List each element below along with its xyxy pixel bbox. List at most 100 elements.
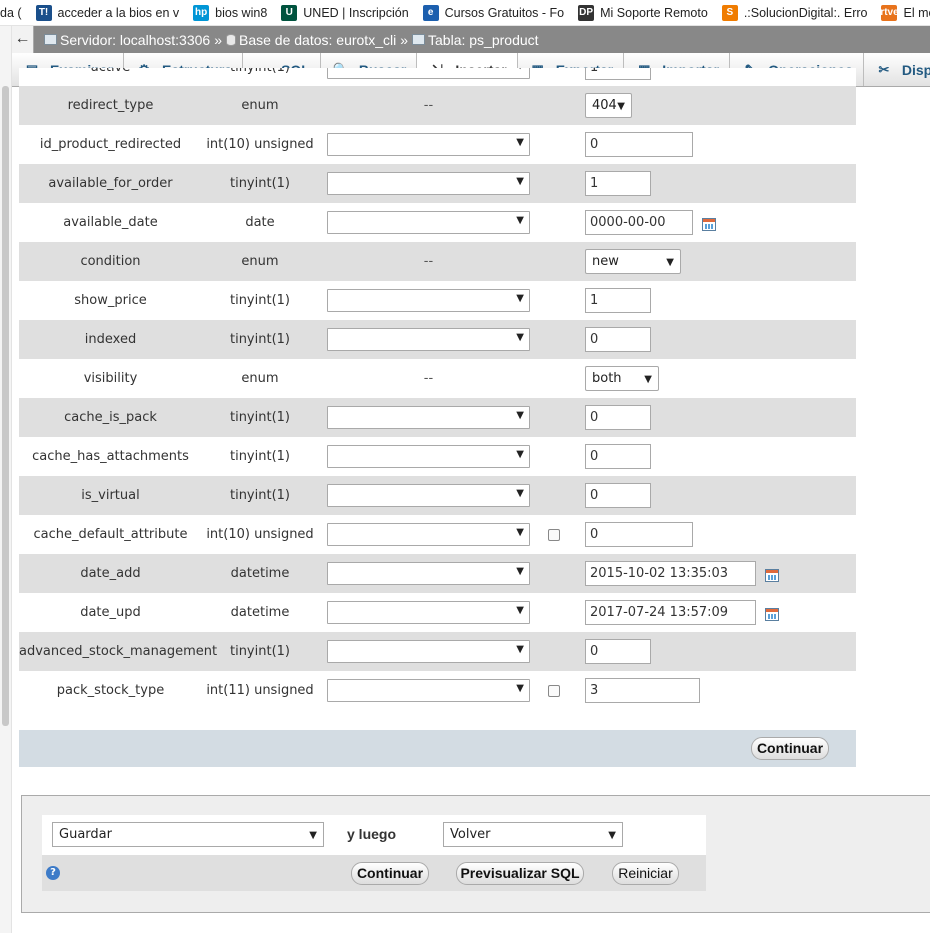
value-input[interactable]: 1 xyxy=(585,68,651,80)
field-name: date_upd xyxy=(80,605,141,620)
bookmark-icon: S xyxy=(721,4,738,21)
bookmark-icon: DP xyxy=(578,4,595,21)
table-row: advanced_stock_management tinyint(1) ▼ 0 xyxy=(19,632,856,671)
breadcrumb-server[interactable]: Servidor: localhost:3306 xyxy=(44,32,210,48)
bookmark-item[interactable]: e Cursos Gratuitos - Fo xyxy=(422,4,564,21)
table-row: cache_default_attribute int(10) unsigned ▼… xyxy=(19,515,856,554)
field-type: datetime xyxy=(230,566,290,581)
calendar-icon[interactable] xyxy=(765,608,779,621)
bookmark-label: .:SolucionDigital:. Erro xyxy=(743,5,868,20)
bookmark-item[interactable]: S .:SolucionDigital:. Erro xyxy=(721,4,868,21)
null-checkbox[interactable] xyxy=(548,685,560,697)
breadcrumb-database[interactable]: Base de datos: eurotx_cli xyxy=(226,32,396,48)
function-placeholder: -- xyxy=(423,98,434,113)
field-type: tinyint(1) xyxy=(229,488,290,503)
bookmark-item[interactable]: DP Mi Soporte Remoto xyxy=(578,4,708,21)
value-input[interactable]: 0000-00-00 xyxy=(585,210,693,235)
save-mode-value: Guardar xyxy=(59,827,112,842)
bookmark-label: UNED | Inscripción xyxy=(303,5,409,20)
function-select[interactable]: ▼ xyxy=(327,484,530,507)
table-row: indexed tinyint(1) ▼ 0 xyxy=(19,320,856,359)
value-input[interactable]: 0 xyxy=(585,522,693,547)
value-input[interactable]: 0 xyxy=(585,444,651,469)
bookmark-item[interactable]: hp bios win8 xyxy=(193,4,267,21)
after-action-select[interactable]: Volver ▼ xyxy=(443,822,623,847)
breadcrumb-separator: » xyxy=(214,31,222,48)
field-name: cache_default_attribute xyxy=(33,527,188,542)
bookmark-item[interactable]: U UNED | Inscripción xyxy=(281,4,409,21)
table-row: redirect_type enum -- 404 ▼ xyxy=(19,86,856,125)
tab-disparadores[interactable]: ✂ Disparadores xyxy=(863,53,930,86)
breadcrumb-separator: » xyxy=(400,31,409,48)
function-select[interactable]: ▼ xyxy=(327,211,530,234)
chevron-down-icon: ▼ xyxy=(516,137,524,148)
value-select[interactable]: new ▼ xyxy=(585,249,681,274)
insert-form: activetinyint(1) unsigned ▼ 1 redirect_type… xyxy=(19,68,856,710)
bookmark-item[interactable]: rtve El menú se xyxy=(880,4,930,21)
field-type: tinyint(1) xyxy=(229,644,290,659)
left-scrollbar[interactable] xyxy=(0,26,12,933)
function-select[interactable]: ▼ xyxy=(327,523,530,546)
bookmark-item[interactable]: da ( xyxy=(0,6,22,20)
back-arrow-icon[interactable]: ← xyxy=(12,26,34,53)
value-input[interactable]: 2015-10-02 13:35:03 xyxy=(585,561,756,586)
field-name: is_virtual xyxy=(81,488,140,503)
value-input[interactable]: 0 xyxy=(585,483,651,508)
calendar-icon[interactable] xyxy=(765,569,779,582)
breadcrumb-table[interactable]: Tabla: ps_product xyxy=(412,32,539,48)
preview-sql-button[interactable]: Previsualizar SQL xyxy=(456,862,584,885)
function-select[interactable]: ▼ xyxy=(327,562,530,585)
function-placeholder: -- xyxy=(423,254,434,269)
chevron-down-icon: ▼ xyxy=(516,449,524,460)
reset-button[interactable]: Reiniciar xyxy=(612,862,679,885)
value-input[interactable]: 0 xyxy=(585,639,651,664)
scrollbar-thumb[interactable] xyxy=(2,86,9,726)
breadcrumb-server-label: Servidor: localhost:3306 xyxy=(60,31,211,48)
bookmark-item[interactable]: T! acceder a la bios en v xyxy=(35,4,179,21)
chevron-down-icon: ▼ xyxy=(516,644,524,655)
table-row: activetinyint(1) unsigned ▼ 1 xyxy=(19,68,856,86)
chevron-down-icon: ▼ xyxy=(516,410,524,421)
field-name: show_price xyxy=(74,293,147,308)
table-row: available_for_order tinyint(1) ▼ 1 xyxy=(19,164,856,203)
table-row: pack_stock_type int(11) unsigned ▼ 3 xyxy=(19,671,856,710)
table-row: cache_is_pack tinyint(1) ▼ 0 xyxy=(19,398,856,437)
function-select[interactable]: ▼ xyxy=(327,679,530,702)
function-select[interactable]: ▼ xyxy=(327,445,530,468)
function-select[interactable]: ▼ xyxy=(327,133,530,156)
table-row: available_date date ▼ 0000-00-00 xyxy=(19,203,856,242)
bookmark-label: El menú se xyxy=(903,5,930,20)
field-type: tinyint(1) unsigned xyxy=(202,68,318,86)
function-select[interactable]: ▼ xyxy=(327,289,530,312)
value-select[interactable]: both ▼ xyxy=(585,366,659,391)
field-type: tinyint(1) xyxy=(229,449,290,464)
function-select[interactable]: ▼ xyxy=(327,640,530,663)
field-name: date_add xyxy=(80,566,141,581)
function-select[interactable]: ▼ xyxy=(327,328,530,351)
function-select[interactable]: ▼ xyxy=(327,406,530,429)
field-name: advanced_stock_management xyxy=(19,644,218,659)
value-select[interactable]: 404 ▼ xyxy=(585,93,632,118)
table-row: condition enum -- new ▼ xyxy=(19,242,856,281)
save-mode-select[interactable]: Guardar ▼ xyxy=(52,822,324,847)
value-input[interactable]: 2017-07-24 13:57:09 xyxy=(585,600,756,625)
function-select[interactable]: ▼ xyxy=(327,68,530,79)
value-input[interactable]: 0 xyxy=(585,405,651,430)
null-checkbox[interactable] xyxy=(548,529,560,541)
continue-button[interactable]: Continuar xyxy=(351,862,429,885)
continue-button[interactable]: Continuar xyxy=(751,737,829,760)
field-name: available_for_order xyxy=(48,176,173,191)
value-input[interactable]: 1 xyxy=(585,288,651,313)
field-type: enum xyxy=(241,371,279,386)
value-select-text: new xyxy=(592,254,619,269)
value-input[interactable]: 1 xyxy=(585,171,651,196)
value-input[interactable]: 3 xyxy=(585,678,700,703)
value-input[interactable]: 0 xyxy=(585,132,693,157)
calendar-icon[interactable] xyxy=(702,218,716,231)
value-input[interactable]: 0 xyxy=(585,327,651,352)
help-icon[interactable]: ? xyxy=(46,866,60,880)
chevron-down-icon: ▼ xyxy=(516,215,524,226)
then-label: y luego xyxy=(347,826,397,842)
function-select[interactable]: ▼ xyxy=(327,172,530,195)
function-select[interactable]: ▼ xyxy=(327,601,530,624)
